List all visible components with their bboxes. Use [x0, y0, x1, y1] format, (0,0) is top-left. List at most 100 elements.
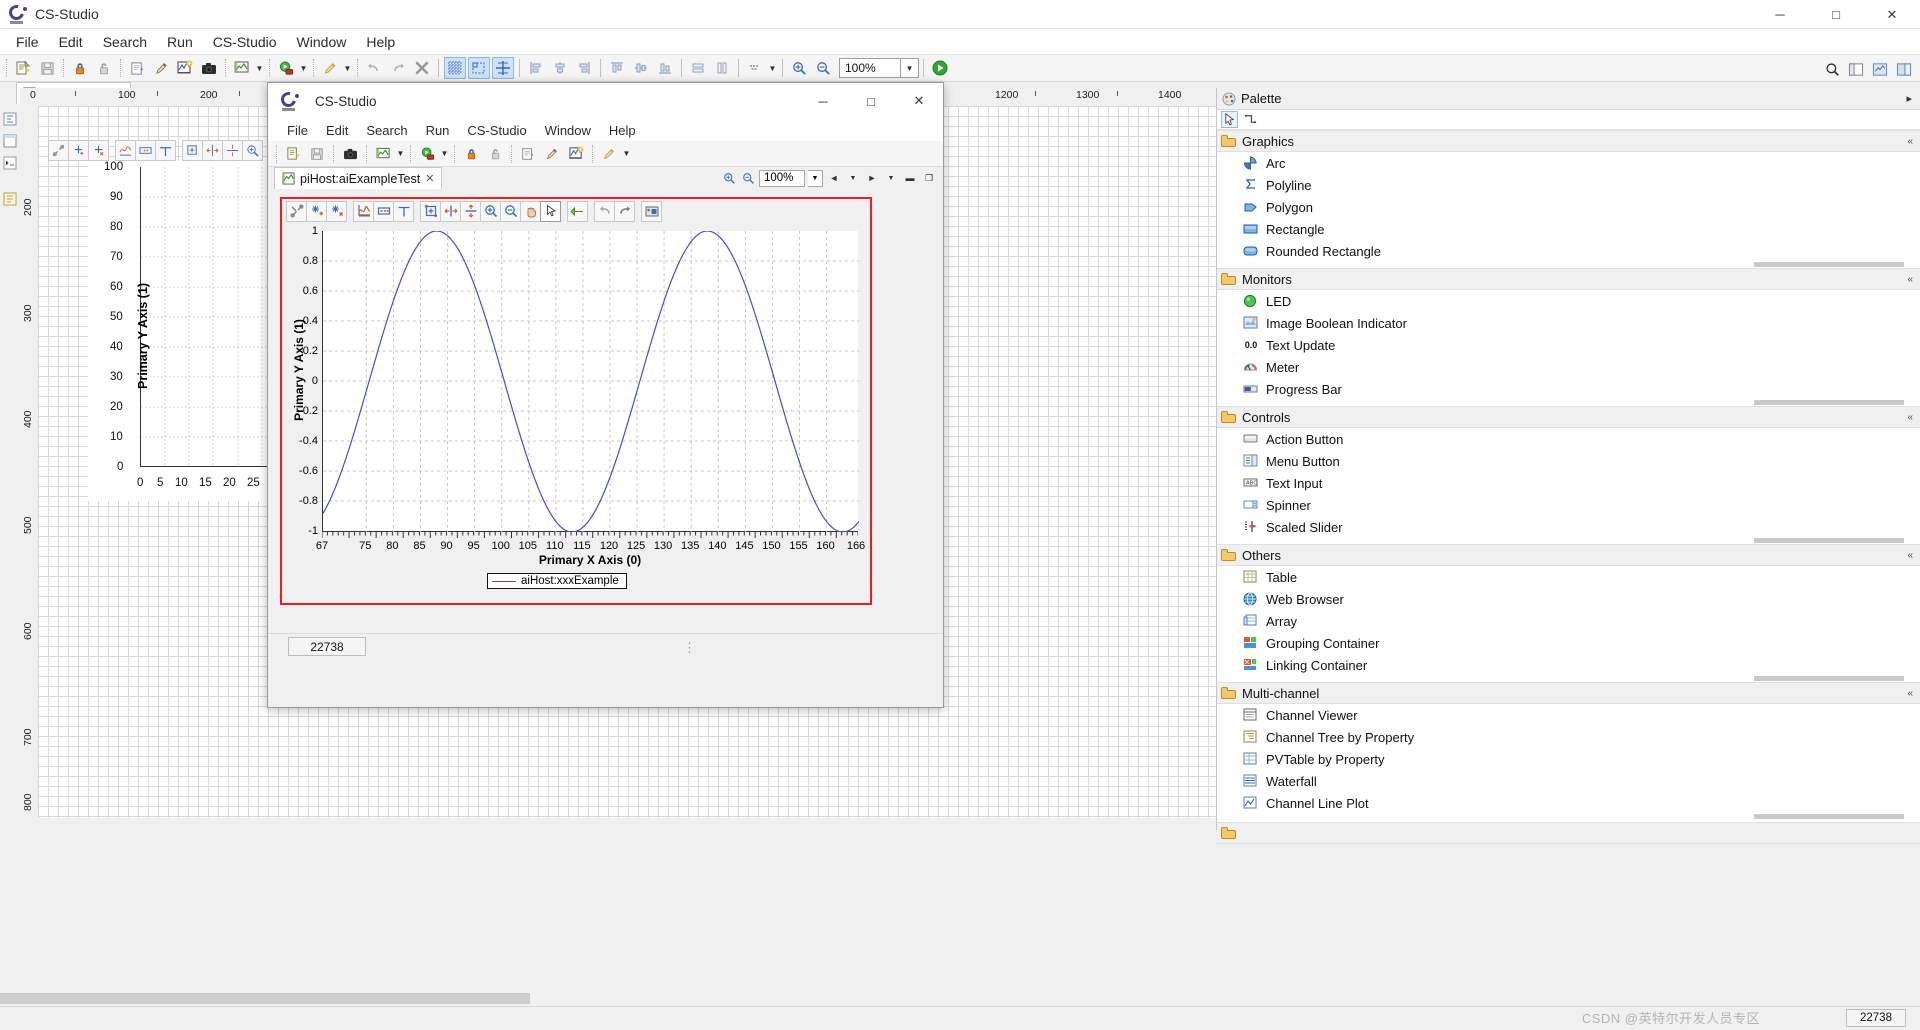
- nav-forward-dropdown-icon[interactable]: ▼: [883, 170, 899, 187]
- add-annotation-icon[interactable]: [68, 139, 89, 161]
- remove-annotation-icon[interactable]: [88, 139, 109, 161]
- align-middle-icon[interactable]: [630, 57, 652, 79]
- palette-collapse-icon[interactable]: ▸: [1906, 92, 1912, 105]
- properties-icon[interactable]: [3, 134, 17, 148]
- zoom-in-icon[interactable]: [721, 170, 737, 187]
- resize-grip-icon[interactable]: ⋮: [683, 640, 698, 656]
- align-left-icon[interactable]: [525, 57, 547, 79]
- palette-item-text-input[interactable]: ABC Text Input: [1217, 472, 1920, 494]
- configure-icon[interactable]: [48, 139, 69, 161]
- inner-cs-studio-window[interactable]: CS-Studio ─ □ ✕ File Edit Search Run CS-…: [267, 82, 944, 708]
- inner-tab-close-icon[interactable]: ✕: [425, 172, 434, 185]
- palette-item-channel-line-plot[interactable]: Channel Line Plot: [1217, 792, 1920, 814]
- new-file-icon[interactable]: [12, 57, 34, 79]
- chevron-collapse-icon[interactable]: «: [1907, 274, 1913, 285]
- perspective-switch-icon[interactable]: [1893, 58, 1915, 80]
- align-right-icon[interactable]: [573, 57, 595, 79]
- zoom-box-icon[interactable]: [182, 139, 203, 161]
- palette-item-polygon[interactable]: Polygon: [1217, 196, 1920, 218]
- zoom-in-icon[interactable]: [480, 200, 501, 222]
- nav-back-dropdown-icon[interactable]: ▼: [845, 170, 861, 187]
- menu-help[interactable]: Help: [356, 32, 405, 52]
- palette-item-arc[interactable]: Arc: [1217, 152, 1920, 174]
- zoom-out-icon[interactable]: [740, 170, 756, 187]
- palette-item-image-boolean-indicator[interactable]: Image Boolean Indicator: [1217, 312, 1920, 334]
- chevron-down-icon[interactable]: ▼: [621, 143, 632, 165]
- scrollbar-thumb[interactable]: [1754, 814, 1904, 819]
- maximize-view-icon[interactable]: ❐: [921, 170, 937, 187]
- palette-group-more[interactable]: [1217, 822, 1920, 844]
- redo-icon[interactable]: [387, 57, 409, 79]
- undo-icon[interactable]: [363, 57, 385, 79]
- inner-menu-edit[interactable]: Edit: [317, 122, 357, 139]
- menu-file[interactable]: File: [6, 32, 49, 52]
- zoom-in-icon[interactable]: [242, 139, 263, 161]
- palette-item-rounded-rectangle[interactable]: Rounded Rectangle: [1217, 240, 1920, 262]
- palette-item-menu-button[interactable]: Menu Button: [1217, 450, 1920, 472]
- lock-icon[interactable]: [69, 57, 91, 79]
- zoom-in-icon[interactable]: [788, 57, 810, 79]
- undo-icon[interactable]: [594, 200, 615, 222]
- scrollbar-thumb[interactable]: [1754, 676, 1904, 681]
- zoom-level-dropdown[interactable]: ▼: [901, 58, 919, 78]
- zoom-box-icon[interactable]: [420, 200, 441, 222]
- menu-search[interactable]: Search: [93, 32, 157, 52]
- palette-item-text-update[interactable]: 0.0 Text Update: [1217, 334, 1920, 356]
- show-legend-icon[interactable]: [135, 139, 156, 161]
- palette-item-led[interactable]: LED: [1217, 290, 1920, 312]
- save-icon[interactable]: [306, 143, 328, 165]
- new-opi-icon[interactable]: [517, 143, 539, 165]
- inner-menu-search[interactable]: Search: [357, 122, 416, 139]
- inner-menu-window[interactable]: Window: [536, 122, 600, 139]
- chevron-collapse-icon[interactable]: «: [1907, 412, 1913, 423]
- palette-item-action-button[interactable]: Action Button: [1217, 428, 1920, 450]
- new-opi-icon[interactable]: [126, 57, 148, 79]
- new-file-icon[interactable]: [282, 143, 304, 165]
- minimize-button[interactable]: ─: [1752, 0, 1808, 29]
- configure-icon[interactable]: [286, 200, 307, 222]
- key-icon[interactable]: [93, 57, 115, 79]
- run-green-icon[interactable]: [275, 57, 297, 79]
- canvas-chart-widget[interactable]: Primary Y Axis (1) 100 90 80 70 60 50 40…: [88, 161, 288, 501]
- show-trace-icon[interactable]: [353, 200, 374, 222]
- zoom-horizontal-icon[interactable]: [440, 200, 461, 222]
- inner-tab-pihost-aiexampletest[interactable]: piHost:aiExampleTest ✕: [274, 167, 443, 189]
- chevron-down-icon[interactable]: ▼: [254, 57, 265, 79]
- run-icon[interactable]: [416, 143, 438, 165]
- inner-menu-run[interactable]: Run: [417, 122, 459, 139]
- chevron-down-icon[interactable]: ▼: [342, 57, 353, 79]
- highlighter-icon[interactable]: [319, 57, 341, 79]
- grid-icon[interactable]: [444, 57, 466, 79]
- palette-group-scroll[interactable]: [1217, 814, 1920, 820]
- zoom-out-icon[interactable]: [812, 57, 834, 79]
- pan-hand-icon[interactable]: [520, 200, 541, 222]
- palette-group-monitors[interactable]: Monitors «: [1217, 268, 1920, 290]
- pen-icon[interactable]: [541, 143, 563, 165]
- status-value[interactable]: 22738: [1846, 1009, 1906, 1027]
- align-center-icon[interactable]: [549, 57, 571, 79]
- zoom-level-input[interactable]: 100%: [839, 58, 901, 78]
- palette-item-polyline[interactable]: Polyline: [1217, 174, 1920, 196]
- chevron-down-icon[interactable]: ▼: [439, 143, 450, 165]
- palette-item-channel-tree-by-property[interactable]: Channel Tree by Property: [1217, 726, 1920, 748]
- inner-menu-file[interactable]: File: [278, 122, 317, 139]
- scrollbar-thumb[interactable]: [1754, 538, 1904, 543]
- palette-item-meter[interactable]: Meter: [1217, 356, 1920, 378]
- snapshot-icon[interactable]: [641, 200, 662, 222]
- nav-back-icon[interactable]: ◄: [826, 170, 842, 187]
- match-width-icon[interactable]: [687, 57, 709, 79]
- inner-zoom-level-dropdown[interactable]: ▼: [808, 169, 823, 187]
- chart-plot-canvas[interactable]: [322, 231, 859, 532]
- lock-icon[interactable]: [460, 143, 482, 165]
- palette-group-others[interactable]: Others «: [1217, 544, 1920, 566]
- ruler-vertical[interactable]: 200 300 400 500 600 700 800: [20, 106, 38, 818]
- scrollbar-thumb[interactable]: [1754, 262, 1904, 267]
- inner-zoom-level-input[interactable]: 100%: [759, 169, 805, 187]
- redo-icon[interactable]: [614, 200, 635, 222]
- highlighter-icon[interactable]: [598, 143, 620, 165]
- palette-item-web-browser[interactable]: Web Browser: [1217, 588, 1920, 610]
- palette-group-multi-channel[interactable]: Multi-channel «: [1217, 682, 1920, 704]
- chart-new-icon[interactable]: [565, 143, 587, 165]
- chart-widget-frame[interactable]: Primary Y Axis (1) 1 0.8 0.6 0.4 0.2 0 -…: [280, 197, 872, 605]
- match-height-icon[interactable]: [711, 57, 733, 79]
